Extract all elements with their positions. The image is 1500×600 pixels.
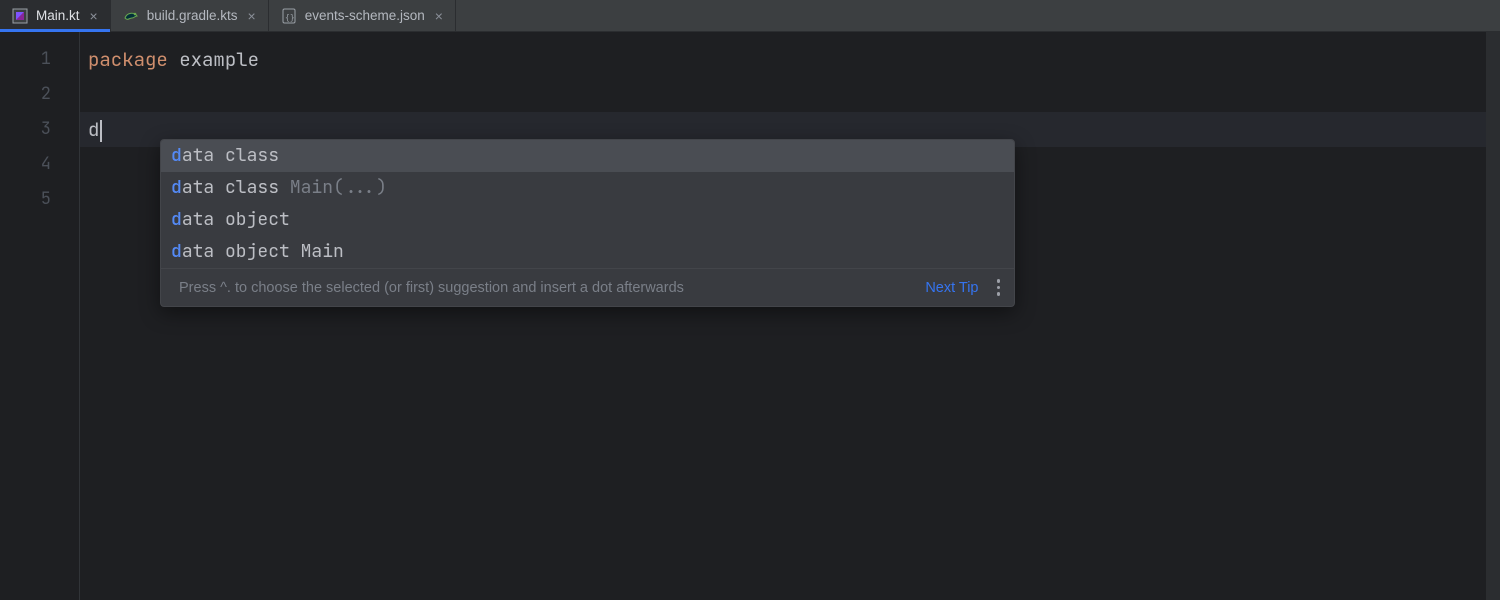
editor-tabbar: Main.kt × build.gradle.kts × {} events-s… [0,0,1500,32]
close-icon[interactable]: × [246,9,258,23]
tab-main-kt[interactable]: Main.kt × [0,0,111,31]
code-line: package example [80,42,1500,77]
more-options-icon[interactable] [993,275,1005,300]
keyword-package: package [88,47,168,72]
completion-popup: data class data class Main(...) data obj… [160,139,1015,307]
tab-label: build.gradle.kts [147,8,238,23]
completion-item[interactable]: data class [161,140,1014,172]
next-tip-link[interactable]: Next Tip [925,280,978,296]
gradle-kotlin-icon [123,8,139,24]
close-icon[interactable]: × [88,9,100,23]
completion-item[interactable]: data class Main(...) [161,172,1014,204]
typed-text: d [88,117,99,142]
completion-hint-text: Press ^. to choose the selected (or firs… [179,280,684,296]
line-number: 1 [0,42,79,77]
code-line [80,77,1500,112]
tab-label: events-scheme.json [305,8,425,23]
tab-label: Main.kt [36,8,80,23]
json-file-icon: {} [281,8,297,24]
close-icon[interactable]: × [433,9,445,23]
package-name: example [168,47,259,72]
vertical-scrollbar[interactable] [1486,32,1500,600]
line-number: 4 [0,147,79,182]
tab-build-gradle-kts[interactable]: build.gradle.kts × [111,0,269,31]
line-number: 2 [0,77,79,112]
line-number: 3 [0,112,79,147]
tab-events-scheme-json[interactable]: {} events-scheme.json × [269,0,456,31]
svg-text:{}: {} [285,13,295,22]
line-number-gutter: 1 2 3 4 5 [0,32,80,600]
code-editor[interactable]: 1 2 3 4 5 package example d data class d… [0,32,1500,600]
line-number: 5 [0,182,79,217]
completion-item[interactable]: data object [161,204,1014,236]
completion-item[interactable]: data object Main [161,236,1014,268]
completion-footer: Press ^. to choose the selected (or firs… [161,268,1014,306]
code-area[interactable]: package example d data class data class … [80,32,1500,600]
kotlin-file-icon [12,8,28,24]
text-caret [100,120,102,142]
